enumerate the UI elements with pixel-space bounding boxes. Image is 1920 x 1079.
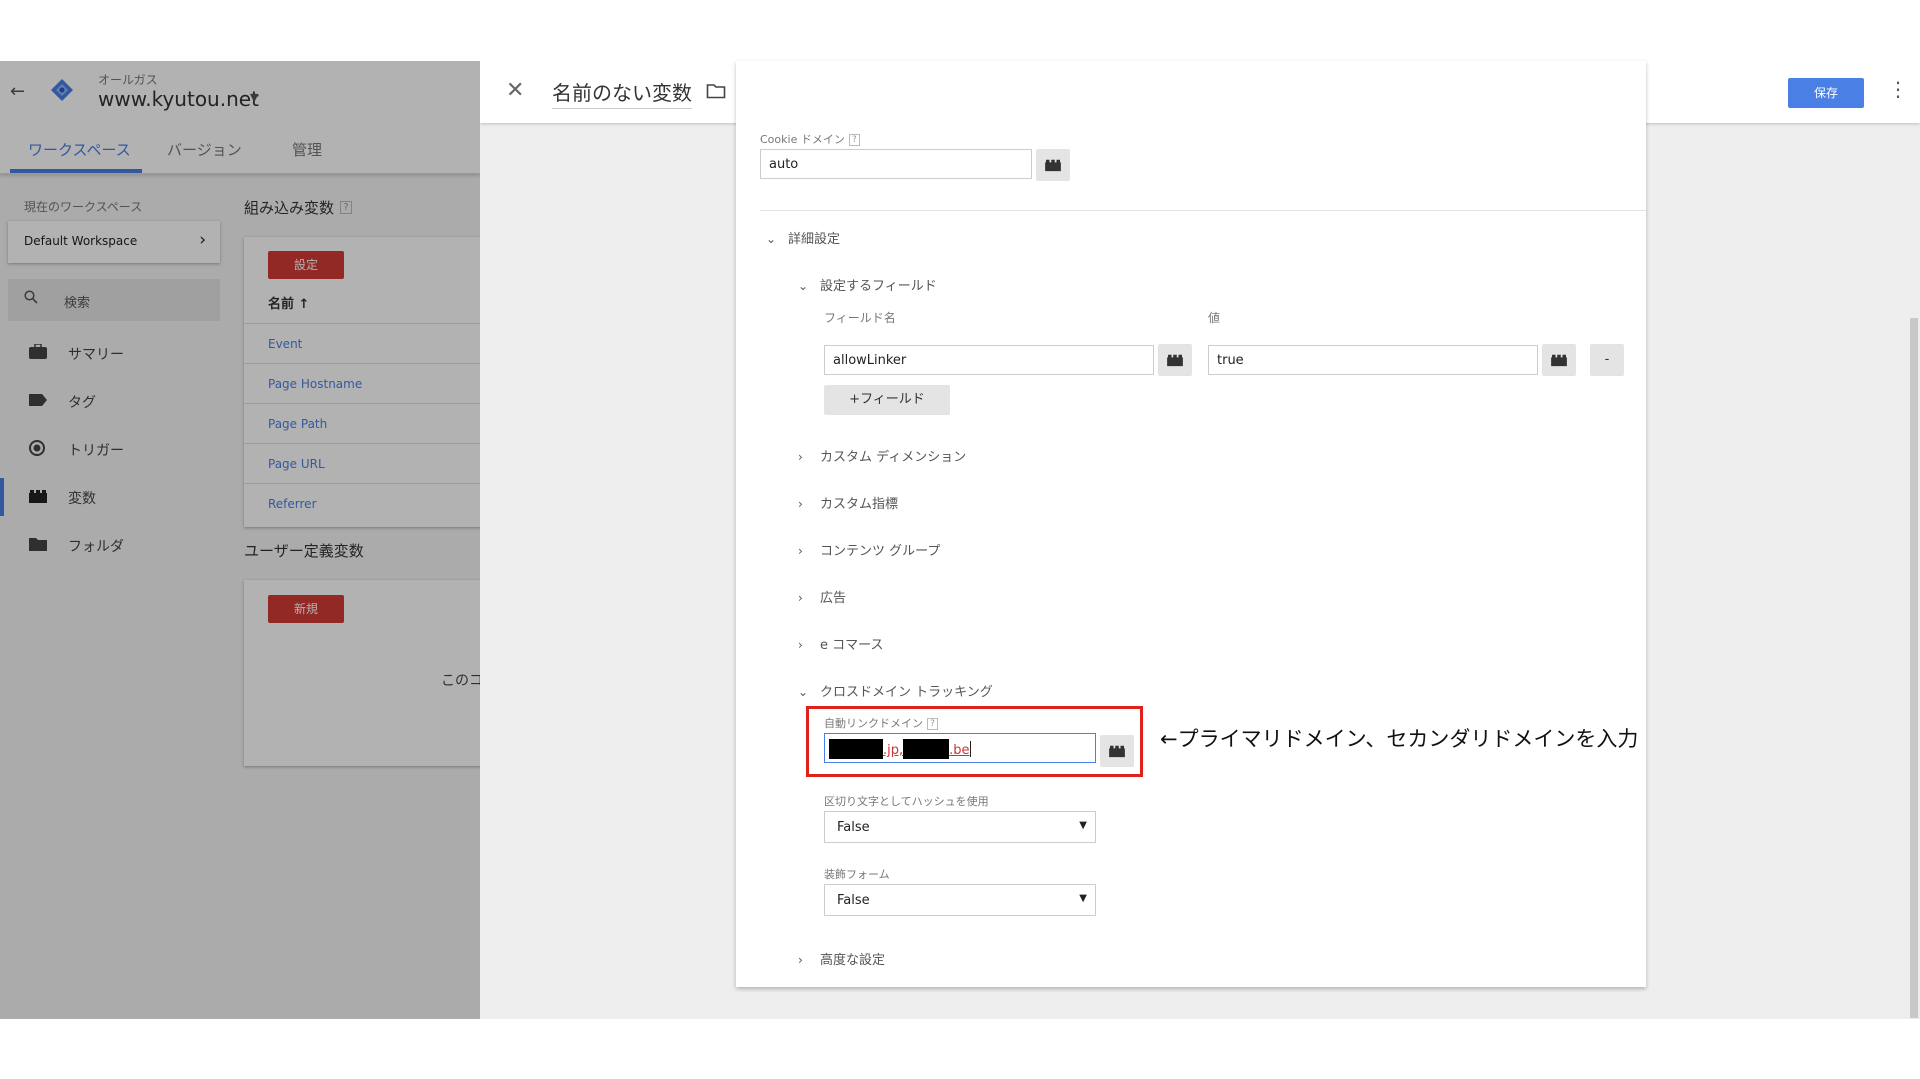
chevron-right-icon: › xyxy=(798,591,803,605)
more-vert-icon[interactable]: ⋮ xyxy=(1888,77,1908,101)
cookie-domain-label: Cookie ドメイン? xyxy=(760,131,860,147)
chevron-right-icon: › xyxy=(798,450,803,464)
chevron-right-icon: › xyxy=(798,497,803,511)
close-icon[interactable]: ✕ xyxy=(506,78,524,103)
cross-domain-tracking-toggle[interactable]: ⌄ クロスドメイン トラッキング xyxy=(798,681,993,700)
selected-value: False xyxy=(837,893,870,908)
variable-brick-icon xyxy=(1551,354,1567,367)
section-label: e コマース xyxy=(820,638,884,653)
dropdown-arrow-icon: ▼ xyxy=(1079,893,1087,904)
field-name-input[interactable]: allowLinker xyxy=(824,345,1154,375)
advanced-settings-toggle[interactable]: ⌄ 詳細設定 xyxy=(766,228,840,247)
section-label: クロスドメイン トラッキング xyxy=(820,685,993,700)
variable-picker-button[interactable] xyxy=(1158,344,1192,376)
chevron-right-icon: › xyxy=(798,544,803,558)
section-label: カスタム ディメンション xyxy=(820,450,967,465)
decorate-forms-select[interactable]: False ▼ xyxy=(824,884,1096,916)
section-label: 広告 xyxy=(820,591,847,606)
chevron-down-icon: ⌄ xyxy=(798,685,809,699)
section-label: 詳細設定 xyxy=(788,232,841,247)
scrollbar[interactable] xyxy=(1910,318,1918,1018)
variable-config-card: Cookie ドメイン? auto ⌄ 詳細設定 ⌄ 設定するフィールド フィールド… xyxy=(736,61,1646,987)
variable-picker-button[interactable] xyxy=(1542,344,1576,376)
divider xyxy=(760,210,1646,211)
folder-outline-icon[interactable] xyxy=(706,83,726,99)
section-label: 高度な設定 xyxy=(820,953,886,968)
decorate-forms-label: 装飾フォーム xyxy=(824,868,890,881)
custom-dimensions-toggle[interactable]: › カスタム ディメンション xyxy=(798,446,966,465)
use-hash-delimiter-label: 区切り文字としてハッシュを使用 xyxy=(824,795,989,808)
chevron-right-icon: › xyxy=(798,638,803,652)
variable-picker-button[interactable] xyxy=(1036,149,1070,181)
use-hash-delimiter-select[interactable]: False ▼ xyxy=(824,811,1096,843)
section-label: 設定するフィールド xyxy=(820,279,937,294)
variable-brick-icon xyxy=(1045,159,1061,172)
chevron-down-icon: ⌄ xyxy=(798,279,809,293)
section-label: カスタム指標 xyxy=(820,497,899,512)
field-name-header: フィールド名 xyxy=(824,311,896,325)
advertising-toggle[interactable]: › 広告 xyxy=(798,587,846,606)
selected-value: False xyxy=(837,820,870,835)
chevron-down-icon: ⌄ xyxy=(766,232,777,246)
chevron-right-icon: › xyxy=(798,953,803,967)
add-field-button[interactable]: +フィールド xyxy=(824,385,950,415)
content-groups-toggle[interactable]: › コンテンツ グループ xyxy=(798,540,940,559)
help-icon[interactable]: ? xyxy=(848,134,860,146)
save-button[interactable]: 保存 xyxy=(1788,78,1864,108)
dropdown-arrow-icon: ▼ xyxy=(1079,820,1087,831)
ecommerce-toggle[interactable]: › e コマース xyxy=(798,634,883,653)
cookie-domain-input[interactable]: auto xyxy=(760,149,1032,179)
annotation-text: ←プライマリドメイン、セカンダリドメインを入力 xyxy=(1160,727,1639,751)
variable-brick-icon xyxy=(1167,354,1183,367)
field-value-input[interactable]: true xyxy=(1208,345,1538,375)
highlight-box xyxy=(806,706,1143,777)
custom-metrics-toggle[interactable]: › カスタム指標 xyxy=(798,493,898,512)
variable-name-title[interactable]: 名前のない変数 xyxy=(552,77,692,109)
section-label: コンテンツ グループ xyxy=(820,544,941,559)
advanced-configuration-toggle[interactable]: › 高度な設定 xyxy=(798,949,885,968)
value-header: 値 xyxy=(1208,311,1221,325)
fields-to-set-toggle[interactable]: ⌄ 設定するフィールド xyxy=(798,275,937,294)
modal-dim-overlay xyxy=(0,61,480,1019)
remove-field-button[interactable]: - xyxy=(1590,344,1624,376)
